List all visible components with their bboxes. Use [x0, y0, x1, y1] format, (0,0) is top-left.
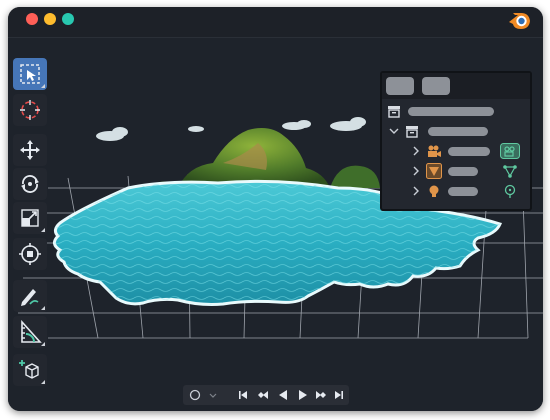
jump-end-button[interactable] — [331, 387, 347, 403]
transform-tool-button[interactable] — [13, 238, 47, 270]
select-box-tool-button[interactable] — [13, 58, 47, 90]
vertex-data-icon[interactable] — [502, 163, 518, 179]
rotate-tool-button[interactable] — [13, 168, 47, 200]
annotate-icon — [21, 289, 39, 306]
zoom-window-button[interactable] — [62, 13, 74, 25]
outliner-row-light[interactable] — [382, 181, 530, 201]
chevron-right-icon[interactable] — [408, 183, 424, 199]
outliner-tab[interactable] — [422, 77, 450, 95]
blender-logo-icon — [509, 13, 530, 29]
chevron-right-icon[interactable] — [408, 163, 424, 179]
mesh-icon — [426, 163, 442, 179]
collection-icon — [406, 126, 418, 138]
jump-end-icon — [335, 391, 343, 399]
measure-tool-button[interactable] — [13, 316, 47, 348]
prev-keyframe-icon — [258, 391, 268, 399]
play-button[interactable] — [295, 387, 311, 403]
outliner-item-label — [448, 187, 478, 196]
record-icon — [189, 389, 201, 401]
scale-tool-button[interactable] — [13, 202, 47, 234]
light-icon — [429, 185, 439, 197]
jump-start-icon — [239, 391, 247, 399]
next-keyframe-button[interactable] — [313, 387, 329, 403]
title-bar — [8, 7, 543, 38]
cursor-icon — [20, 100, 40, 120]
outliner-row-scene-collection[interactable] — [382, 101, 530, 121]
play-reverse-button[interactable] — [275, 387, 291, 403]
chevron-down-icon — [209, 393, 217, 398]
select-box-icon — [20, 64, 40, 84]
outliner-tabs — [382, 73, 530, 99]
add-cube-icon — [19, 360, 39, 379]
3d-viewport[interactable] — [8, 38, 543, 411]
outliner-tab[interactable] — [386, 77, 414, 95]
outliner-item-label — [408, 107, 494, 116]
add-cube-tool-button[interactable] — [13, 354, 47, 386]
transform-icon — [19, 243, 41, 265]
minimize-window-button[interactable] — [44, 13, 56, 25]
camera-data-icon[interactable] — [500, 143, 520, 159]
jump-start-button[interactable] — [235, 387, 251, 403]
playback-controls — [183, 385, 349, 405]
play-reverse-icon — [279, 390, 287, 400]
outliner-row-mesh[interactable] — [382, 161, 530, 181]
move-tool-button[interactable] — [13, 134, 47, 166]
clouds — [96, 117, 366, 141]
scene-collection-icon — [388, 106, 400, 118]
camera-icon — [428, 145, 441, 157]
outliner-item-label — [448, 167, 478, 176]
chevron-right-icon[interactable] — [408, 143, 424, 159]
outliner-panel — [380, 71, 532, 211]
chevron-down-icon[interactable] — [386, 123, 402, 139]
outliner-item-label — [428, 127, 488, 136]
outliner-row-collection[interactable] — [382, 121, 530, 141]
outliner-item-label — [448, 147, 490, 156]
outliner-row-camera[interactable] — [382, 141, 530, 161]
rotate-icon — [21, 175, 39, 193]
close-window-button[interactable] — [26, 13, 38, 25]
keying-dropdown[interactable] — [205, 387, 221, 403]
cursor-tool-button[interactable] — [13, 94, 47, 126]
measure-icon — [21, 320, 42, 343]
record-button[interactable] — [187, 387, 203, 403]
annotate-tool-button[interactable] — [13, 280, 47, 312]
scale-icon — [21, 209, 39, 227]
prev-keyframe-button[interactable] — [255, 387, 271, 403]
play-icon — [299, 390, 307, 400]
move-icon — [20, 140, 40, 160]
app-window — [8, 7, 543, 411]
next-keyframe-icon — [316, 391, 326, 399]
light-data-icon[interactable] — [502, 183, 518, 199]
